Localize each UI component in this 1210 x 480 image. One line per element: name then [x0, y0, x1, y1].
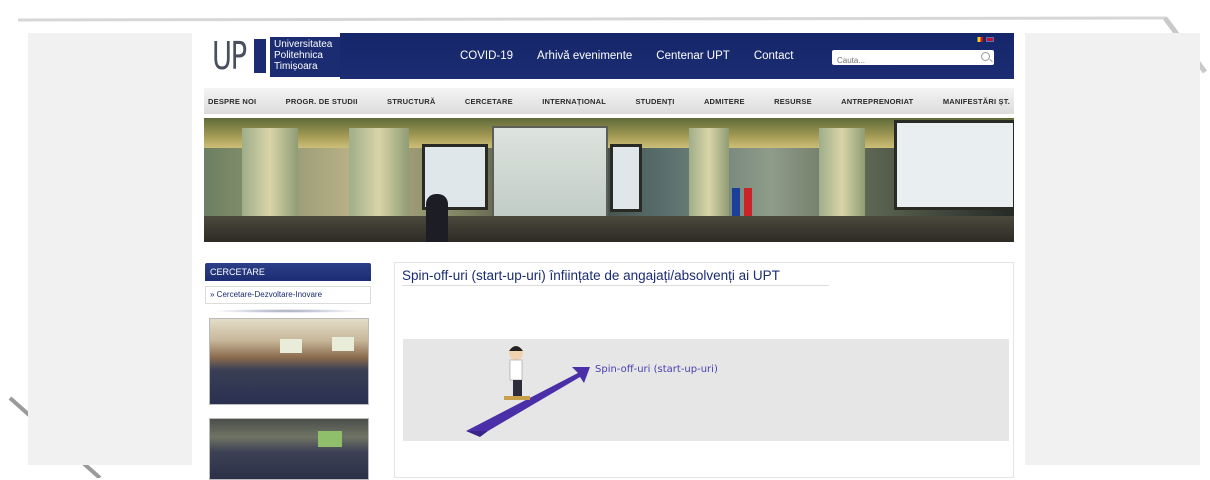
rocket-arrow-icon — [466, 346, 590, 437]
spinoff-promo-image[interactable]: Spin-off-uri (start-up-uri) — [403, 339, 1009, 441]
nav-manifestari[interactable]: MANIFESTĂRI ȘT. — [943, 97, 1010, 106]
nav-resurse[interactable]: RESURSE — [774, 97, 812, 106]
sidebar-divider — [212, 309, 362, 313]
main-nav: DESPRE NOI PROGR. DE STUDII STRUCTURĂ CE… — [204, 88, 1014, 114]
nav-admitere[interactable]: ADMITERE — [704, 97, 745, 106]
english-flag-icon[interactable] — [986, 37, 994, 42]
content-body-fragment — [403, 462, 1009, 466]
page-title: Spin-off-uri (start-up-uri) înființate d… — [402, 268, 780, 283]
search-input[interactable] — [837, 54, 967, 67]
top-nav-contact[interactable]: Contact — [754, 50, 794, 62]
search-icon[interactable] — [981, 52, 990, 61]
top-nav-centenar[interactable]: Centenar UPT — [656, 50, 730, 62]
banner-window — [894, 120, 1014, 210]
banner-projection-screen — [492, 126, 608, 220]
language-switcher — [975, 37, 994, 42]
logo-mark: UP — [212, 34, 247, 78]
banner-ceiling — [204, 118, 1014, 148]
logo-bar — [254, 39, 266, 73]
website: UP Universitatea Politehnica Timișoara C… — [192, 30, 1025, 480]
logo-text: Universitatea Politehnica Timișoara — [270, 37, 340, 77]
logo[interactable]: UP Universitatea Politehnica Timișoara — [204, 33, 340, 79]
banner-window — [610, 144, 642, 212]
search-box — [832, 50, 994, 67]
nav-international[interactable]: INTERNAȚIONAL — [542, 97, 606, 106]
photo-screen — [318, 431, 342, 447]
top-nav-archive[interactable]: Arhivă evenimente — [537, 50, 632, 62]
nav-structura[interactable]: STRUCTURĂ — [387, 97, 435, 106]
sidebar-link-cdi[interactable]: » Cercetare-Dezvoltare-Inovare — [205, 286, 371, 304]
banner-speaker — [426, 194, 448, 242]
logo-line-1: Universitatea — [274, 39, 333, 50]
title-divider — [402, 285, 829, 286]
logo-line-2: Politehnica — [274, 50, 323, 61]
sidebar-photo-hall[interactable] — [209, 418, 369, 480]
romanian-flag-icon[interactable] — [975, 37, 983, 42]
photo-screen — [280, 339, 302, 353]
nav-despre-noi[interactable]: DESPRE NOI — [208, 97, 256, 106]
site-header: UP Universitatea Politehnica Timișoara C… — [204, 33, 1014, 79]
hero-banner-image — [204, 118, 1014, 242]
banner-audience — [204, 216, 1014, 242]
sidebar-heading: CERCETARE — [205, 263, 371, 281]
promo-label: Spin-off-uri (start-up-uri) — [595, 364, 718, 375]
nav-cercetare[interactable]: CERCETARE — [465, 97, 513, 106]
top-nav: COVID-19 Arhivă evenimente Centenar UPT … — [460, 33, 817, 79]
top-nav-covid[interactable]: COVID-19 — [460, 50, 513, 62]
logo-line-3: Timișoara — [274, 61, 318, 72]
sidebar-photo-auditorium[interactable] — [209, 318, 369, 405]
nav-studenti[interactable]: STUDENȚI — [635, 97, 674, 106]
nav-programe-studii[interactable]: PROGR. DE STUDII — [286, 97, 358, 106]
photo-screen — [332, 337, 354, 351]
nav-antreprenoriat[interactable]: ANTREPRENORIAT — [841, 97, 913, 106]
